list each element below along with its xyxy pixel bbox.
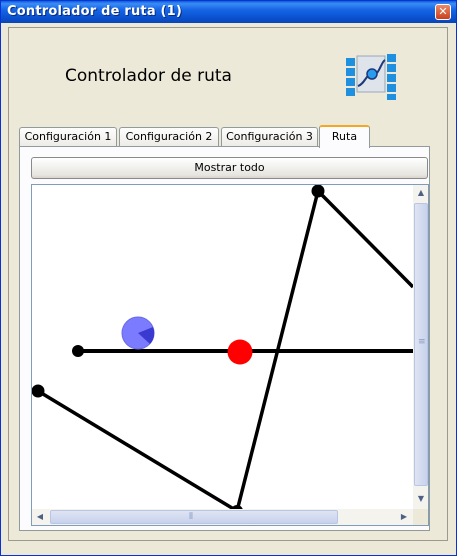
close-button[interactable]: ✕	[435, 4, 451, 20]
vertical-scroll-thumb[interactable]: ≡	[414, 203, 428, 486]
tab-configuracion-2[interactable]: Configuración 2	[119, 127, 219, 147]
current-position-marker[interactable]	[227, 339, 253, 365]
scroll-down-button[interactable]: ▼	[413, 491, 428, 507]
tab-configuracion-3[interactable]: Configuración 3	[221, 127, 318, 147]
tab-configuracion-1[interactable]: Configuración 1	[19, 127, 117, 147]
horizontal-scrollbar[interactable]: ◀ ⦀ ▶	[32, 509, 413, 525]
scroll-up-button[interactable]: ▲	[413, 185, 428, 201]
window-title: Controlador de ruta (1)	[7, 4, 183, 19]
show-all-button[interactable]: Mostrar todo	[31, 157, 428, 179]
route-controller-icon	[346, 54, 396, 100]
scrollbar-corner	[413, 509, 428, 525]
horizontal-scroll-thumb[interactable]: ⦀	[50, 510, 338, 524]
route-segment	[316, 189, 413, 289]
grip-icon: ⦀	[189, 512, 193, 522]
route-plot[interactable]	[32, 185, 413, 509]
grip-icon: ≡	[418, 337, 426, 347]
route-segment	[37, 389, 238, 509]
title-bar[interactable]: Controlador de ruta (1) ✕	[1, 1, 456, 23]
route-controller-window: Controlador de ruta (1) ✕ Controlador de…	[0, 0, 457, 556]
route-tab-panel: Mostrar todo ▲ ≡ ▼ ◀ ⦀ ▶	[19, 146, 430, 531]
tab-ruta[interactable]: Ruta	[319, 125, 370, 148]
vehicle-marker[interactable]	[121, 316, 155, 350]
client-area: Controlador de ruta Configuración 1 Conf…	[8, 27, 448, 541]
route-waypoint[interactable]	[311, 185, 325, 198]
scroll-left-button[interactable]: ◀	[32, 509, 48, 525]
header-title: Controlador de ruta	[65, 66, 232, 86]
route-waypoint[interactable]	[72, 345, 84, 357]
scroll-right-button[interactable]: ▶	[396, 509, 412, 525]
route-waypoint[interactable]	[32, 384, 45, 398]
route-canvas[interactable]: ▲ ≡ ▼ ◀ ⦀ ▶	[31, 184, 429, 526]
vertical-scrollbar[interactable]: ▲ ≡ ▼	[413, 185, 428, 509]
